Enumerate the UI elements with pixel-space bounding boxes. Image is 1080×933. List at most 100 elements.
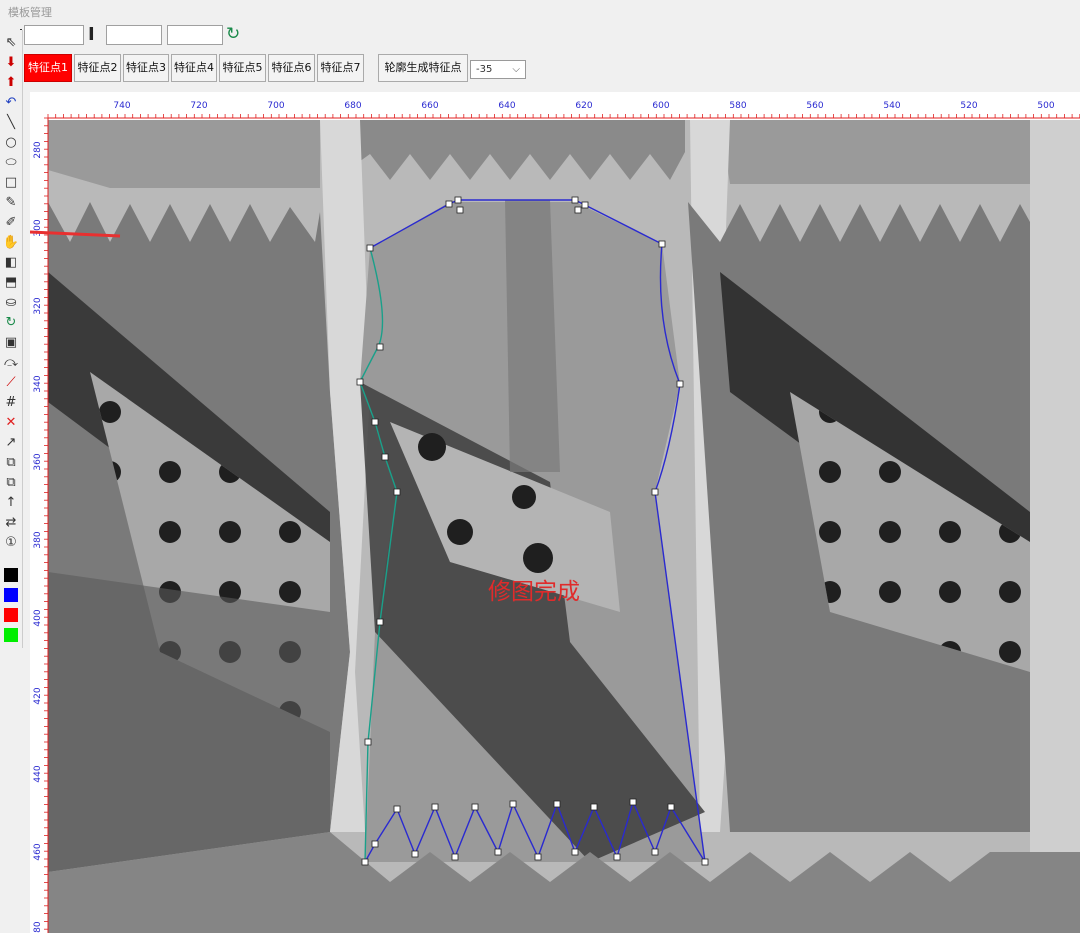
contour-handle[interactable] [376,618,384,626]
pen-icon[interactable]: ✎ [2,194,20,212]
left-toolbar: ⇖ ⬇ ⬆ ↶ ╲ ○ ⬭ □ ✎ ✐ ✋ ◧ ⬒ ⛀ ↻ ▣ ⤼ ⟋ # ✕ … [0,30,23,648]
feature-point-2-button[interactable]: 特征点2 [74,54,121,82]
copy-icon[interactable]: ⧉ [2,454,20,472]
contour-handle[interactable] [667,803,675,811]
contour-handle[interactable] [456,206,464,214]
contour-handle[interactable] [411,850,419,858]
hand-icon[interactable]: ✋ [2,234,20,252]
ruler-x-label: 560 [806,101,823,111]
feature-point-6-button[interactable]: 特征点6 [268,54,315,82]
ruler-x-label: 600 [652,101,669,111]
contour-handle[interactable] [658,240,666,248]
import-icon[interactable]: ⬇ [2,54,20,72]
contour-handle[interactable] [534,853,542,861]
mirror-v-icon[interactable]: ◧ [2,254,20,272]
height-input[interactable] [106,25,162,45]
status-message: 修图完成 [488,579,580,605]
contour-handle[interactable] [371,418,379,426]
cut-line-icon[interactable]: ⟋ [2,374,20,392]
top-ruler [30,92,1080,119]
contour-handle[interactable] [451,853,459,861]
ruler-x-label: 520 [960,101,977,111]
circle-icon[interactable]: ○ [2,134,20,152]
value-input[interactable] [167,25,223,45]
contour-handle[interactable] [494,848,502,856]
contour-handle[interactable] [553,800,561,808]
contour-handle[interactable] [376,343,384,351]
contour-handle[interactable] [366,244,374,252]
mirror-h-icon[interactable]: ⬒ [2,274,20,292]
ruler-y-label: 480 [33,921,43,933]
delete-copy-icon[interactable]: ⧉ [2,474,20,492]
feature-point-3-button[interactable]: 特征点3 [123,54,169,82]
feature-point-1-button[interactable]: 特征点1 [24,54,72,82]
export-icon[interactable]: ⬆ [2,74,20,92]
contour-handle[interactable] [371,840,379,848]
top-left-patch [48,120,320,188]
undo-icon[interactable]: ↶ [2,94,20,112]
ellipse-icon[interactable]: ⬭ [2,154,20,172]
contour-handle[interactable] [393,488,401,496]
rotate-icon[interactable]: ↻ [2,314,20,332]
contour-handle[interactable] [581,201,589,209]
feature-point-4-button[interactable]: 特征点4 [171,54,217,82]
contour-handle[interactable] [571,196,579,204]
feature-point-7-button[interactable]: 特征点7 [317,54,364,82]
center-dot [447,519,473,545]
arrow-up-icon[interactable]: ↑ [2,494,20,512]
crop-icon[interactable]: ▣ [2,334,20,352]
ruler-y-label: 380 [33,531,43,548]
contour-handle[interactable] [509,800,517,808]
pointer-icon[interactable]: ⇖ [2,34,20,52]
refresh-icon[interactable]: ↻ [226,24,240,44]
swap-icon[interactable]: ⇄ [2,514,20,532]
ruler-x-label: 660 [421,101,438,111]
rectangle-icon[interactable]: □ [2,174,20,192]
ruler-x-label: 680 [344,101,361,111]
width-input[interactable] [24,25,84,45]
contour-handle[interactable] [590,803,598,811]
contour-handle[interactable] [356,378,364,386]
ruler-x-label: 720 [190,101,207,111]
color-black-swatch[interactable] [4,568,18,582]
window-title: 模板管理 [8,6,52,19]
contour-handle[interactable] [629,798,637,806]
color-red-swatch[interactable] [4,608,18,622]
feature-point-5-button[interactable]: 特征点5 [219,54,266,82]
center-dot [418,433,446,461]
contour-handle[interactable] [701,858,709,866]
color-green-swatch[interactable] [4,628,18,642]
grid-icon[interactable]: # [2,394,20,412]
number-one-icon[interactable]: ① [2,534,20,552]
contour-handle[interactable] [454,196,462,204]
angle-select[interactable]: -35 ⌵ [470,60,526,79]
contour-handle[interactable] [651,488,659,496]
contour-handle[interactable] [364,738,372,746]
contour-handle[interactable] [361,858,369,866]
fill-icon[interactable]: ⛀ [2,294,20,312]
arc-icon[interactable]: ⤼ [2,354,20,372]
delete-icon[interactable]: ✕ [2,414,20,432]
canvas-area[interactable]: 740 720 700 680 660 640 620 600 580 560 540 520 500 … [30,92,1080,933]
contour-handle[interactable] [445,200,453,208]
contour-handle[interactable] [471,803,479,811]
contour-handle[interactable] [676,380,684,388]
edit-pen-icon[interactable]: ✐ [2,214,20,232]
top-right-patch [720,120,1080,184]
ruler-x-label: 580 [729,101,746,111]
move-point-icon[interactable]: ↗ [2,434,20,452]
contour-handle[interactable] [431,803,439,811]
color-blue-swatch[interactable] [4,588,18,602]
ruler-y-label: 360 [33,453,43,470]
contour-handle[interactable] [574,206,582,214]
contour-handle[interactable] [393,805,401,813]
left-lower-panel [48,572,330,872]
center-dot [512,485,536,509]
line-icon[interactable]: ╲ [2,114,20,132]
generate-feature-points-button[interactable]: 轮廓生成特征点 [378,54,468,82]
contour-handle[interactable] [651,848,659,856]
contour-handle[interactable] [571,848,579,856]
contour-handle[interactable] [613,853,621,861]
ruler-x-label: 740 [113,101,130,111]
contour-handle[interactable] [381,453,389,461]
